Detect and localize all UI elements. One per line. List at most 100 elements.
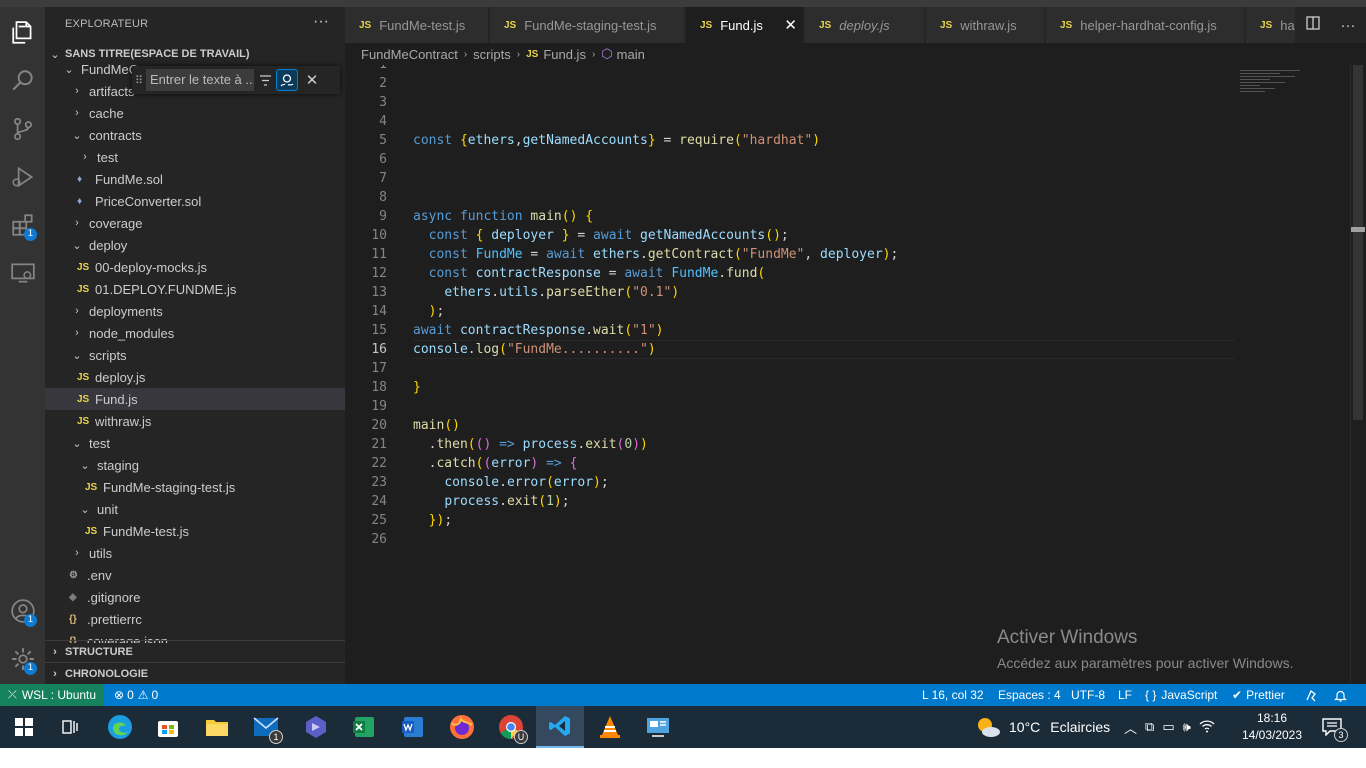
search-icon[interactable] (0, 57, 45, 105)
code-line[interactable]: .catch((error) => { (413, 454, 578, 473)
tree-folder[interactable]: › node_modules (45, 322, 345, 344)
start-button-icon[interactable] (0, 706, 48, 748)
code-line[interactable]: console.error(error); (413, 473, 608, 492)
tree-folder[interactable]: ⌄ contracts (45, 124, 345, 146)
tree-file[interactable]: JS 01.DEPLOY.FUNDME.js (45, 278, 345, 300)
tree-file[interactable]: JS Fund.js (45, 388, 345, 410)
scrollbar-thumb[interactable] (1353, 65, 1363, 420)
task-view-icon[interactable] (46, 706, 94, 748)
tree-folder[interactable]: ⌄ deploy (45, 234, 345, 256)
feedback-icon[interactable] (1305, 684, 1318, 706)
code-line[interactable]: console.log("FundMe..........") (413, 340, 656, 359)
tree-file[interactable]: JS 00-deploy-mocks.js (45, 256, 345, 278)
close-icon[interactable]: ✕ (301, 71, 323, 89)
firefox-icon[interactable] (438, 706, 486, 748)
wifi-icon[interactable] (1199, 719, 1215, 736)
tree-folder[interactable]: › utils (45, 542, 345, 564)
indentation[interactable]: Espaces : 4 (998, 684, 1061, 706)
code-editor[interactable]: 1234567891011121314151617181920212223242… (345, 65, 1366, 684)
extensions-icon[interactable]: 1 (0, 201, 45, 249)
minimap[interactable] (1240, 70, 1310, 120)
tree-file[interactable]: ◆ .gitignore (45, 586, 345, 608)
vlc-icon[interactable] (586, 706, 634, 748)
code-line[interactable]: }); (413, 511, 452, 530)
find-input[interactable]: Entrer le texte à ... (146, 69, 254, 91)
battery-icon[interactable]: ▭ (1162, 719, 1174, 735)
power-automate-icon[interactable] (292, 706, 340, 748)
code-line[interactable]: } (413, 378, 421, 397)
code-line[interactable]: main() (413, 416, 460, 435)
excel-icon[interactable] (340, 706, 388, 748)
code-line[interactable]: ); (413, 302, 445, 321)
breadcrumb-symbol[interactable]: main (617, 47, 645, 62)
close-tab-icon[interactable]: ✕ (784, 16, 797, 34)
notification-center-icon[interactable]: 3 (1312, 706, 1352, 748)
tree-file[interactable]: ♦ FundMe.sol (45, 168, 345, 190)
source-control-icon[interactable] (0, 105, 45, 153)
run-debug-icon[interactable] (0, 153, 45, 201)
vertical-scrollbar[interactable] (1350, 65, 1365, 684)
code-line[interactable]: const contractResponse = await FundMe.fu… (413, 264, 766, 283)
vscode-taskbar-icon[interactable] (536, 706, 584, 748)
tree-file[interactable]: JS FundMe-test.js (45, 520, 345, 542)
end-of-line[interactable]: LF (1118, 684, 1132, 706)
timeline-section[interactable]: › CHRONOLOGIE (45, 662, 345, 684)
word-icon[interactable] (389, 706, 437, 748)
manage-gear-icon[interactable]: 1 (0, 635, 45, 683)
explorer-icon[interactable] (0, 9, 45, 57)
tree-file[interactable]: JS FundMe-staging-test.js (45, 476, 345, 498)
tree-file[interactable]: {} .prettierrc (45, 608, 345, 630)
file-explorer-icon[interactable] (193, 706, 241, 748)
code-line[interactable]: const FundMe = await ethers.getContract(… (413, 245, 899, 264)
code-line[interactable]: process.exit(1); (413, 492, 569, 511)
code-line[interactable]: .then(() => process.exit(0)) (413, 435, 648, 454)
remote-desktop-icon[interactable] (634, 706, 682, 748)
tab-helper-hardhat-config[interactable]: JS helper-hardhat-config.js (1046, 7, 1245, 43)
code-line[interactable]: const {ethers,getNamedAccounts} = requir… (413, 131, 820, 150)
language-mode[interactable]: { } JavaScript (1145, 684, 1217, 706)
tree-folder[interactable]: ⌄ scripts (45, 344, 345, 366)
tree-folder[interactable]: ⌄ staging (45, 454, 345, 476)
filter-icon[interactable] (254, 69, 276, 91)
clock[interactable]: 18:16 14/03/2023 (1238, 710, 1306, 744)
tree-file[interactable]: JS withraw.js (45, 410, 345, 432)
mail-icon[interactable]: 1 (242, 706, 290, 748)
cursor-position[interactable]: L 16, col 32 (922, 684, 984, 706)
tab-fundme-staging-test[interactable]: JS FundMe-staging-test.js (490, 7, 685, 43)
edge-browser-icon[interactable] (96, 706, 144, 748)
drag-handle-icon[interactable]: ⠿ (132, 74, 146, 87)
remote-indicator[interactable]: ⤫ WSL : Ubuntu (0, 684, 104, 706)
tree-folder[interactable]: ⌄ test (45, 432, 345, 454)
tab-withraw[interactable]: JS withraw.js (926, 7, 1045, 43)
microsoft-store-icon[interactable] (144, 706, 192, 748)
chevron-up-icon[interactable]: ︿ (1124, 718, 1137, 737)
code-line[interactable]: const { deployer } = await getNamedAccou… (413, 226, 789, 245)
breadcrumb-project[interactable]: FundMeContract (361, 47, 458, 62)
tree-file[interactable]: ⚙ .env (45, 564, 345, 586)
tree-folder[interactable]: › test (45, 146, 345, 168)
code-line[interactable]: await contractResponse.wait("1") (413, 321, 663, 340)
tree-file[interactable]: JS deploy.js (45, 366, 345, 388)
structure-section[interactable]: › STRUCTURE (45, 640, 345, 662)
code-line[interactable]: ethers.utils.parseEther("0.1") (413, 283, 679, 302)
fuzzy-match-icon[interactable] (276, 69, 298, 91)
code-line[interactable]: async function main() { (413, 207, 593, 226)
accounts-icon[interactable]: 1 (0, 587, 45, 635)
tree-folder[interactable]: › coverage (45, 212, 345, 234)
tree-folder[interactable]: › cache (45, 102, 345, 124)
remote-explorer-icon[interactable] (0, 249, 45, 297)
tab-deploy[interactable]: JS deploy.js (805, 7, 925, 43)
tab-fundme-test[interactable]: JS FundMe-test.js (345, 7, 489, 43)
encoding[interactable]: UTF-8 (1071, 684, 1105, 706)
problems-indicator[interactable]: ⊗ 0 ⚠ 0 (114, 684, 158, 706)
split-editor-icon[interactable] (1305, 16, 1320, 34)
weather-widget[interactable]: 10°C Eclaircies (975, 706, 1110, 748)
breadcrumb-folder[interactable]: scripts (473, 47, 511, 62)
prettier-status[interactable]: ✔ Prettier (1232, 684, 1285, 706)
volume-icon[interactable]: 🕪 (1183, 719, 1191, 735)
tree-folder[interactable]: › deployments (45, 300, 345, 322)
chrome-icon[interactable]: U (487, 706, 535, 748)
onedrive-sync-icon[interactable]: ⧉ (1145, 719, 1154, 735)
tree-folder[interactable]: ⌄ unit (45, 498, 345, 520)
tree-file[interactable]: ♦ PriceConverter.sol (45, 190, 345, 212)
